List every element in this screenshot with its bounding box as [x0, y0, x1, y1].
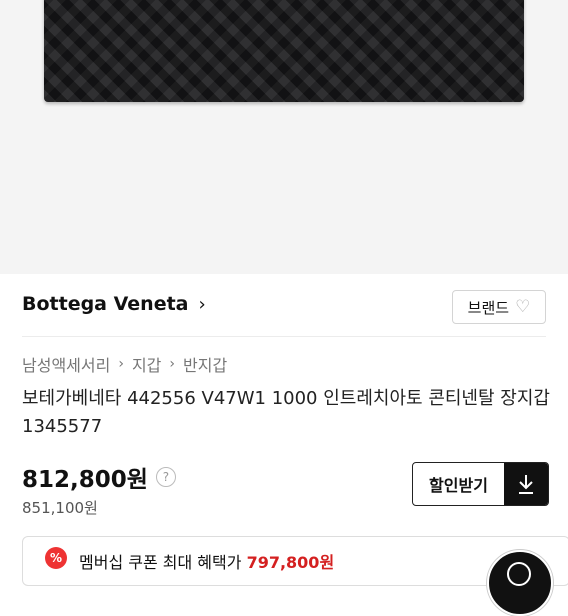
download-icon — [504, 463, 548, 505]
chevron-right-icon: › — [118, 356, 124, 372]
original-price: 851,100원 — [22, 499, 98, 517]
membership-label: 멤버십 쿠폰 최대 혜택가 — [79, 553, 242, 572]
price-row: 812,800원 ? — [22, 460, 176, 494]
breadcrumb: 남성액세서리 › 지갑 › 반지갑 — [22, 352, 227, 376]
wallet-photo — [44, 0, 524, 102]
divider — [22, 336, 546, 337]
brand-name: Bottega Veneta — [22, 293, 189, 315]
search-fab-button[interactable] — [487, 550, 553, 616]
coupon-download-label: 할인받기 — [429, 476, 488, 495]
question-icon[interactable]: ? — [155, 467, 176, 487]
coupon-download-button[interactable]: 할인받기 — [412, 462, 549, 506]
percent-icon: % — [45, 547, 67, 569]
brand-button[interactable]: 브랜드 ♡ — [452, 290, 546, 324]
brand-row: Bottega Veneta › 브랜드 ♡ — [22, 290, 546, 324]
chevron-right-icon: › — [198, 293, 206, 315]
membership-coupon[interactable]: % 멤버십 쿠폰 최대 혜택가 797,800원 — [22, 536, 568, 586]
breadcrumb-item-1[interactable]: 남성액세서리 — [22, 352, 110, 376]
product-image[interactable] — [0, 0, 568, 274]
membership-text: 멤버십 쿠폰 최대 혜택가 797,800원 — [79, 549, 334, 573]
sale-price: 812,800원 — [22, 467, 148, 493]
chevron-right-icon: › — [169, 356, 175, 372]
search-icon — [507, 562, 531, 586]
heart-icon: ♡ — [515, 297, 531, 317]
breadcrumb-item-2[interactable]: 지갑 — [132, 352, 161, 376]
membership-price: 797,800원 — [246, 553, 335, 572]
brand-link[interactable]: Bottega Veneta › — [22, 293, 206, 315]
product-title: 보테가베네타 442556 V47W1 1000 인트레치아토 콘티넨탈 장지갑… — [22, 388, 550, 437]
breadcrumb-item-3[interactable]: 반지갑 — [183, 352, 227, 376]
brand-button-label: 브랜드 — [467, 298, 510, 317]
